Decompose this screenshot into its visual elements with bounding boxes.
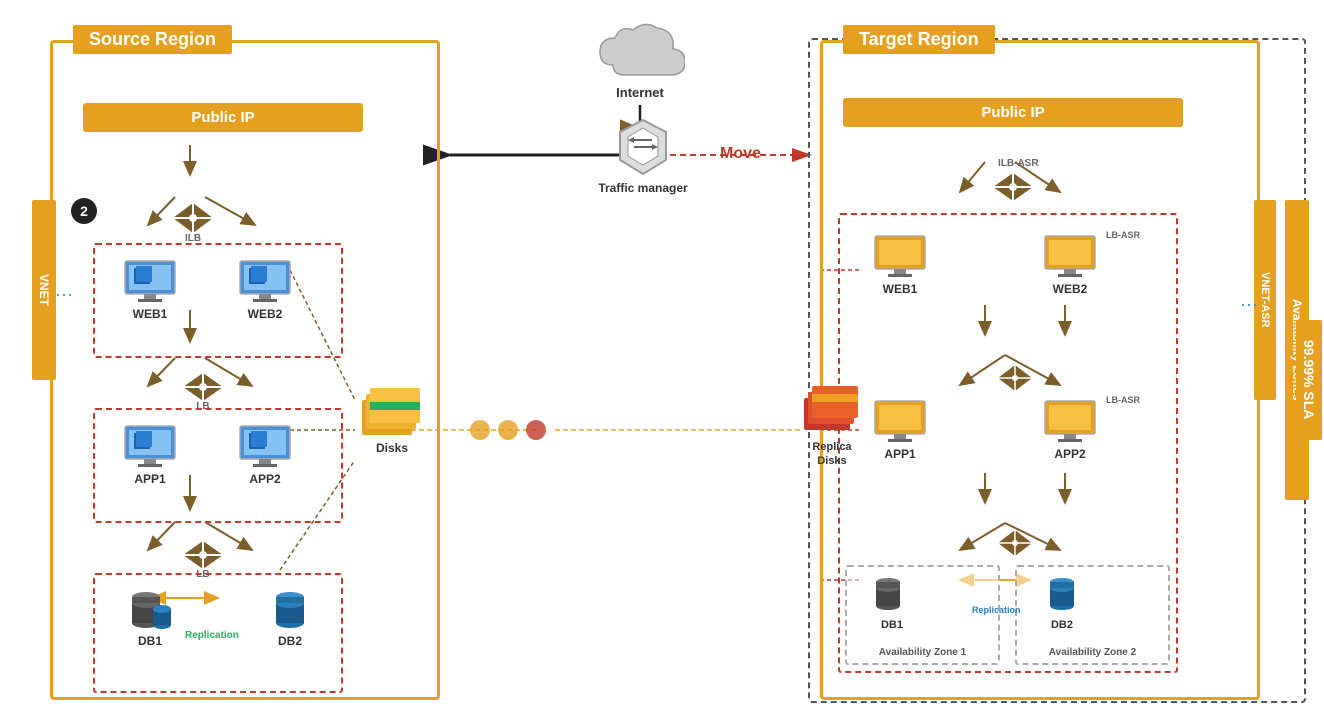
source-db2-label: DB2 bbox=[250, 634, 330, 648]
move-label: Move bbox=[720, 145, 761, 163]
source-db1-label: DB1 bbox=[110, 634, 190, 648]
target-web2-label: WEB2 bbox=[1030, 282, 1110, 296]
source-web1: WEB1 bbox=[110, 260, 190, 321]
internet-label: Internet bbox=[575, 85, 705, 100]
target-app1: APP1 bbox=[860, 400, 940, 461]
target-region-label: Target Region bbox=[843, 25, 995, 54]
source-app2: APP2 bbox=[225, 425, 305, 486]
target-app1-label: APP1 bbox=[860, 447, 940, 461]
source-app1: APP1 bbox=[110, 425, 190, 486]
target-az2-box: DB2 Availability Zone 2 Replication bbox=[1015, 565, 1170, 665]
target-web2: WEB2 LB-ASR bbox=[1030, 235, 1110, 296]
target-replica-disks: Replica Disks bbox=[797, 380, 867, 469]
target-vnet-connector: ⋯ bbox=[1240, 295, 1258, 316]
source-db-tier-box: DB1 Replication DB2 bbox=[93, 573, 343, 693]
source-disks: Disks bbox=[352, 380, 432, 455]
sla-label: 99.99% SLA bbox=[1296, 320, 1322, 440]
target-lb-asr2-icon bbox=[990, 530, 1040, 561]
target-app2: APP2 LB-ASR bbox=[1030, 400, 1110, 461]
source-db2: DB2 bbox=[250, 585, 330, 648]
source-lb1-area: LB bbox=[163, 373, 243, 412]
target-replica-disks-label: Replica Disks bbox=[797, 440, 867, 469]
target-db2-label: DB2 bbox=[1032, 619, 1092, 631]
target-app2-label: APP2 bbox=[1030, 447, 1110, 461]
target-db1: DB1 bbox=[862, 572, 922, 631]
target-lb-asr1-icon bbox=[990, 365, 1040, 396]
source-region-box: Source Region Public IP 2 ILB bbox=[50, 40, 440, 700]
target-db1-label: DB1 bbox=[862, 619, 922, 631]
source-public-ip-bar: Public IP bbox=[83, 103, 363, 132]
target-az1-box: DB1 Availability Zone 1 bbox=[845, 565, 1000, 665]
source-app1-label: APP1 bbox=[110, 472, 190, 486]
target-db2: DB2 bbox=[1032, 572, 1092, 631]
source-disks-label: Disks bbox=[352, 441, 432, 455]
source-ilb-area: ILB bbox=[153, 203, 233, 244]
target-az1-label: Availability Zone 1 bbox=[852, 647, 993, 658]
source-app2-label: APP2 bbox=[225, 472, 305, 486]
source-db1: DB1 bbox=[110, 585, 190, 648]
target-public-ip-bar: Public IP bbox=[843, 98, 1183, 127]
target-ilb-asr-icon bbox=[973, 173, 1053, 201]
source-replication-label: Replication bbox=[185, 630, 239, 641]
source-web2: WEB2 bbox=[225, 260, 305, 321]
internet-cloud: Internet bbox=[575, 20, 705, 100]
diagram-container: VNET ⋯ Source Region Public IP 2 ILB bbox=[0, 0, 1324, 726]
source-region-label: Source Region bbox=[73, 25, 232, 54]
traffic-manager-label: Traffic manager bbox=[598, 181, 688, 197]
source-web2-label: WEB2 bbox=[225, 307, 305, 321]
target-lb-asr1-label: LB-ASR bbox=[1106, 230, 1140, 240]
target-az2-label: Availability Zone 2 bbox=[1022, 647, 1163, 658]
source-app-tier-box: APP1 APP2 bbox=[93, 408, 343, 523]
target-web1-label: WEB1 bbox=[860, 282, 940, 296]
target-web1: WEB1 bbox=[860, 235, 940, 296]
source-badge: 2 bbox=[71, 198, 97, 224]
target-lb-asr2-label: LB-ASR bbox=[1106, 395, 1140, 405]
source-web1-label: WEB1 bbox=[110, 307, 190, 321]
target-region-box: Target Region Public IP ILB-ASR bbox=[820, 40, 1260, 700]
traffic-manager: Traffic manager bbox=[598, 118, 688, 197]
target-inner-dashed-box: WEB1 WEB2 LB-ASR bbox=[838, 213, 1178, 673]
source-web-tier-box: WEB1 WEB2 bbox=[93, 243, 343, 358]
target-ilb-asr-label: ILB-ASR bbox=[998, 158, 1039, 169]
target-replication-label: Replication bbox=[972, 605, 1021, 615]
